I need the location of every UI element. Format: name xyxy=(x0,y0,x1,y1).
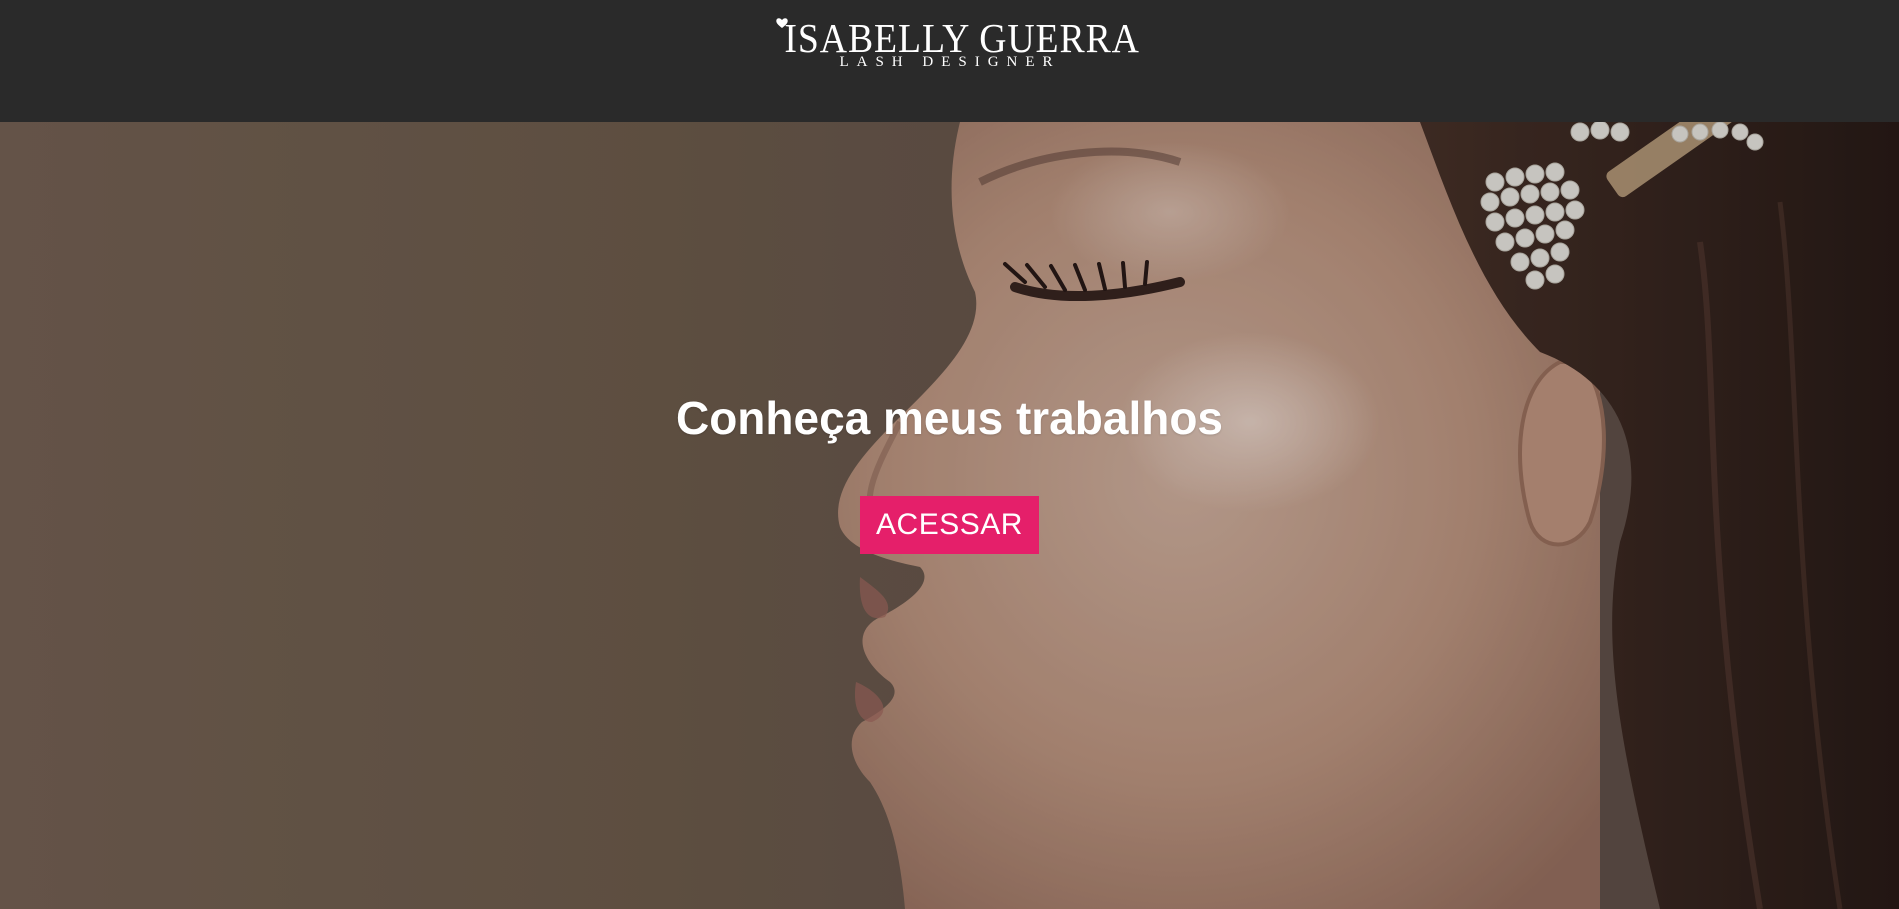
site-header: ISABELLY GUERRA LASH DESIGNER xyxy=(0,0,1899,122)
hero-title: Conheça meus trabalhos xyxy=(675,392,1224,444)
access-button[interactable]: ACESSAR xyxy=(860,496,1039,554)
site-logo[interactable]: ISABELLY GUERRA LASH DESIGNER xyxy=(770,15,1140,86)
logo-name: ISABELLY GUERRA xyxy=(784,15,1140,61)
hero-content: Conheça meus trabalhos ACESSAR xyxy=(0,390,1899,554)
